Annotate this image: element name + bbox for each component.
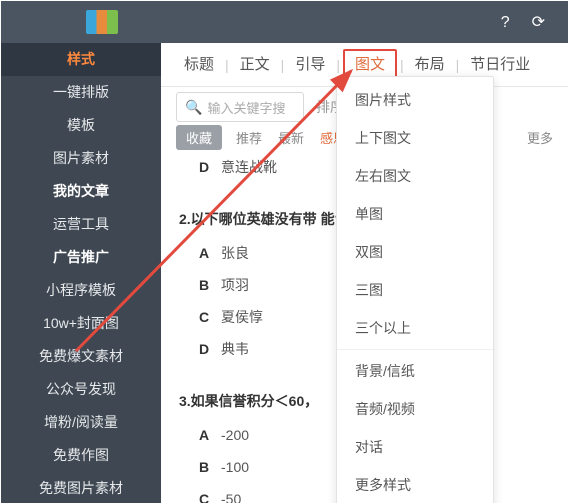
option-text: 意连战靴 xyxy=(221,159,277,175)
tag-link-1[interactable]: 最新 xyxy=(278,131,304,146)
dropdown-item-8[interactable]: 音频/视频 xyxy=(337,390,493,428)
option-label: C xyxy=(199,301,221,333)
option-text: -200 xyxy=(221,427,249,443)
tab-sep: | xyxy=(397,57,407,73)
sidebar-item-11[interactable]: 增粉/阅读量 xyxy=(1,406,161,439)
dropdown-item-1[interactable]: 上下图文 xyxy=(337,119,493,157)
tab-sep: | xyxy=(333,57,343,73)
tag-link-0[interactable]: 推荐 xyxy=(236,131,262,146)
sidebar-item-0[interactable]: 样式 xyxy=(1,43,161,76)
sidebar-item-13[interactable]: 免费图片素材 xyxy=(1,472,161,504)
option-label: B xyxy=(199,269,221,301)
search-input[interactable]: 🔍 输入关键字搜 xyxy=(176,92,304,122)
sidebar-item-10[interactable]: 公众号发现 xyxy=(1,373,161,406)
tab-sep: | xyxy=(453,57,463,73)
tag-more[interactable]: 更多 xyxy=(527,128,553,147)
dropdown-item-6[interactable]: 三个以上 xyxy=(337,309,493,347)
sidebar-item-9[interactable]: 免费爆文素材 xyxy=(1,340,161,373)
sidebar-item-4[interactable]: 我的文章 xyxy=(1,175,161,208)
refresh-icon[interactable]: ⟳ xyxy=(532,2,545,44)
dropdown-item-3[interactable]: 单图 xyxy=(337,195,493,233)
tab-2[interactable]: 引导 xyxy=(287,43,333,87)
dropdown-item-10[interactable]: 更多样式 xyxy=(337,466,493,504)
option-text: 张良 xyxy=(221,245,249,261)
sidebar-item-1[interactable]: 一键排版 xyxy=(1,76,161,109)
question-3: 3.如果信誉积分＜60， xyxy=(179,389,359,413)
option-label: D xyxy=(199,151,221,183)
search-icon: 🔍 xyxy=(185,99,202,116)
option-label: A xyxy=(199,237,221,269)
option-text: -100 xyxy=(221,459,249,475)
sidebar: 样式一键排版模板图片素材我的文章运营工具广告推广小程序模板10w+封面图免费爆文… xyxy=(1,43,161,504)
sidebar-item-8[interactable]: 10w+封面图 xyxy=(1,307,161,340)
option-label: A xyxy=(199,419,221,451)
search-placeholder: 输入关键字搜 xyxy=(207,98,285,117)
option-text: 项羽 xyxy=(221,277,249,293)
option-text: -50 xyxy=(221,491,241,503)
dropdown-item-0[interactable]: 图片样式 xyxy=(337,81,493,119)
sidebar-item-6[interactable]: 广告推广 xyxy=(1,241,161,274)
tab-sep: | xyxy=(278,57,288,73)
dropdown-divider xyxy=(337,349,493,350)
option-text: 典韦 xyxy=(221,341,249,357)
dropdown-item-9[interactable]: 对话 xyxy=(337,428,493,466)
sidebar-item-7[interactable]: 小程序模板 xyxy=(1,274,161,307)
app-logo xyxy=(86,10,118,34)
question-2: 2.以下哪位英雄没有带 能? xyxy=(179,207,359,231)
sidebar-item-3[interactable]: 图片素材 xyxy=(1,142,161,175)
option-label: C xyxy=(199,483,221,503)
tab-sep: | xyxy=(222,57,232,73)
option-label: D xyxy=(199,333,221,365)
top-header: ? ⟳ xyxy=(1,1,569,43)
option-label: B xyxy=(199,451,221,483)
sidebar-item-2[interactable]: 模板 xyxy=(1,109,161,142)
sidebar-item-5[interactable]: 运营工具 xyxy=(1,208,161,241)
dropdown-item-7[interactable]: 背景/信纸 xyxy=(337,352,493,390)
dropdown-item-4[interactable]: 双图 xyxy=(337,233,493,271)
sidebar-item-12[interactable]: 免费作图 xyxy=(1,439,161,472)
tab-0[interactable]: 标题 xyxy=(176,43,222,87)
dropdown-item-2[interactable]: 左右图文 xyxy=(337,157,493,195)
tag-chip-fav[interactable]: 收藏 xyxy=(176,125,222,150)
option-text: 夏侯惇 xyxy=(221,309,263,325)
dropdown-item-5[interactable]: 三图 xyxy=(337,271,493,309)
style-dropdown: 图片样式上下图文左右图文单图双图三图三个以上背景/信纸音频/视频对话更多样式 xyxy=(336,76,494,504)
tab-1[interactable]: 正文 xyxy=(232,43,278,87)
help-icon[interactable]: ? xyxy=(501,2,510,44)
